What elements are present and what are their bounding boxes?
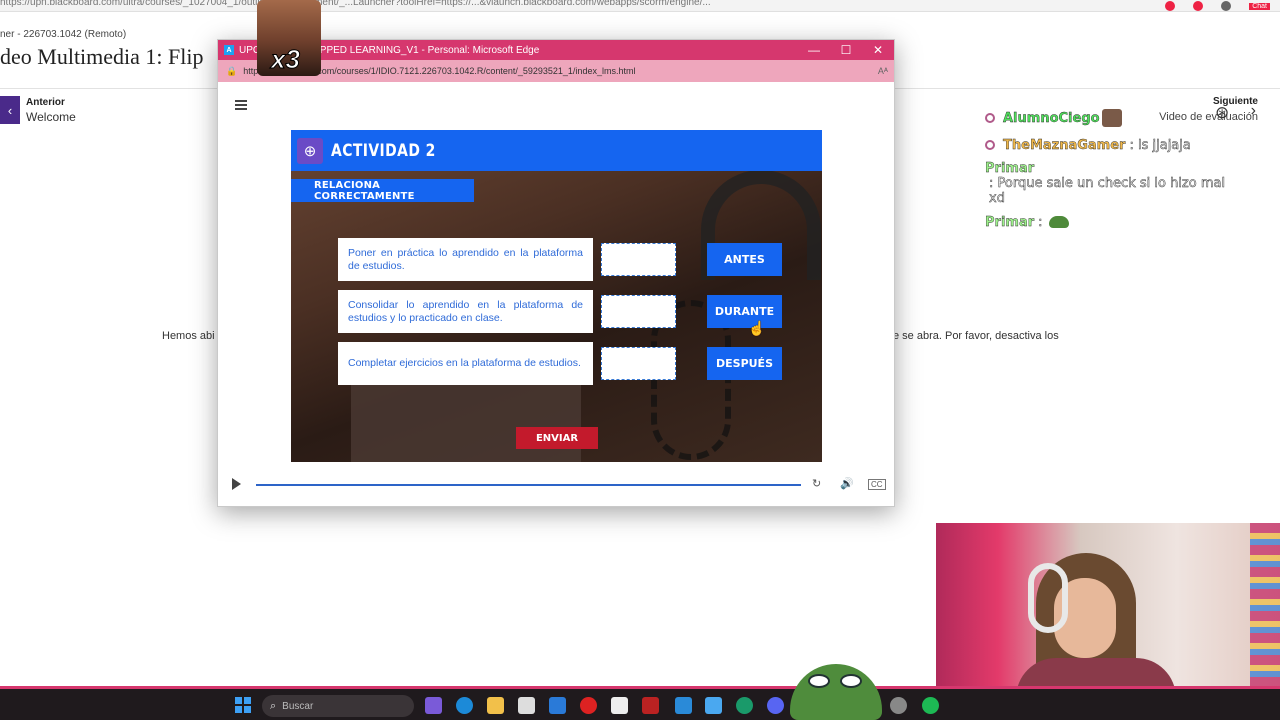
chat-message: Primar :: [985, 211, 1235, 233]
profile-icon[interactable]: [1221, 1, 1232, 11]
drop-zone-1[interactable]: [601, 243, 676, 276]
app-icon-red[interactable]: [642, 697, 659, 714]
notice-text-left: Hemos abi: [162, 330, 215, 342]
chat-text: : Porque sale un check si lo hizo mal xd: [989, 176, 1226, 207]
search-icon: ⌕: [270, 699, 277, 712]
play-icon[interactable]: [232, 478, 241, 490]
sub-badge-icon: [985, 113, 995, 123]
taskbar: ⌕ Buscar: [0, 686, 1280, 720]
store-icon[interactable]: [518, 697, 535, 714]
chevron-left-icon: ‹: [0, 96, 20, 124]
extension-icon[interactable]: [1165, 1, 1176, 11]
chat-message: AlumnoCiego: [985, 107, 1235, 129]
statement-2: Consolidar lo aprendido en la plataforma…: [338, 290, 593, 333]
chat-label[interactable]: Chat: [1249, 2, 1270, 10]
emote-counter: x3: [271, 44, 301, 75]
chat-text: : ls jjajaja: [1129, 137, 1191, 153]
discord-icon[interactable]: [767, 697, 784, 714]
progress-track[interactable]: [256, 484, 801, 486]
chat-username: AlumnoCiego: [1003, 110, 1100, 126]
activity-title: ACTIVIDAD 2: [331, 140, 436, 161]
volume-icon[interactable]: 🔊: [840, 477, 854, 490]
windows-start-icon[interactable]: [235, 697, 251, 713]
chevron-right-icon[interactable]: ›: [1251, 102, 1256, 120]
activity-header: ⊕ ACTIVIDAD 2: [291, 130, 822, 171]
globe-icon: ⊕: [297, 137, 323, 164]
sub-badge-icon: [985, 140, 995, 150]
edge-dev-icon[interactable]: [736, 697, 753, 714]
extension-icon[interactable]: [1193, 1, 1204, 11]
mail-icon[interactable]: [549, 697, 566, 714]
hamburger-menu-icon[interactable]: [235, 100, 247, 112]
replay-icon[interactable]: ↻: [812, 477, 821, 490]
statement-1: Poner en práctica lo aprendido en la pla…: [338, 238, 593, 281]
frog-emote-overlay: [790, 664, 882, 720]
edge-popup-window: A UPC_I TA1_FLIPPED LEARNING_V1 - Person…: [217, 39, 895, 507]
spotify-icon[interactable]: [922, 697, 939, 714]
teams-icon[interactable]: [675, 697, 692, 714]
headset-icon: [1028, 563, 1068, 633]
chat-text: :: [1038, 214, 1043, 230]
option-antes[interactable]: ANTES: [707, 243, 782, 276]
chat-message: TheMaznaGamer : ls jjajaja: [985, 134, 1235, 156]
maximize-button[interactable]: ☐: [830, 40, 862, 60]
course-code: ner - 226703.1042 (Remoto): [0, 29, 127, 40]
emote-overlay: x3: [257, 0, 321, 76]
drop-zone-3[interactable]: [601, 347, 676, 380]
settings-icon[interactable]: [890, 697, 907, 714]
page-title: deo Multimedia 1: Flip: [0, 44, 204, 69]
media-player-bar: ↻ 🔊 CC: [218, 474, 894, 496]
lock-icon: 🔒: [226, 65, 238, 76]
minimize-button[interactable]: —: [798, 40, 830, 60]
notepad-icon[interactable]: [611, 697, 628, 714]
file-explorer-icon[interactable]: [487, 697, 504, 714]
frog-emote-icon: [1048, 216, 1069, 228]
emote-icon: [1101, 109, 1122, 127]
activity-subtitle: RELACIONA CORRECTAMENTE: [291, 179, 474, 202]
background-browser-urlbar: https://upn.blackboard.com/ultra/courses…: [0, 0, 1280, 12]
edge-icon[interactable]: [456, 697, 473, 714]
browser-extension-icons: Chat: [1165, 0, 1270, 12]
previous-link[interactable]: ‹ Anterior Welcome: [0, 96, 76, 124]
background-url[interactable]: https://upn.blackboard.com/ultra/courses…: [0, 0, 1090, 8]
opera-icon[interactable]: [580, 697, 597, 714]
chat-username: TheMaznaGamer: [1003, 137, 1126, 153]
previous-value: Welcome: [26, 109, 76, 124]
chat-username: Primar: [985, 214, 1035, 230]
option-durante[interactable]: DURANTE: [707, 295, 782, 328]
close-button[interactable]: ✕: [862, 40, 894, 60]
stream-chat: AlumnoCiego TheMaznaGamer : ls jjajaja P…: [985, 107, 1235, 238]
chat-message: Primar : Porque sale un check si lo hizo…: [985, 161, 1235, 206]
drop-zone-2[interactable]: [601, 295, 676, 328]
previous-label: Anterior: [26, 96, 65, 108]
statement-3: Completar ejercicios en la plataforma de…: [338, 342, 593, 385]
activity-slide: ⊕ ACTIVIDAD 2 RELACIONA CORRECTAMENTE Po…: [291, 130, 822, 462]
hand-cursor-icon: ☝: [748, 320, 766, 336]
captions-icon[interactable]: CC: [868, 479, 886, 490]
laptop-photo: [351, 380, 581, 462]
search-placeholder: Buscar: [282, 700, 314, 712]
chat-username: Primar: [985, 161, 1035, 176]
reader-mode-icon[interactable]: Aᴬ: [878, 66, 888, 76]
submit-button[interactable]: ENVIAR: [516, 427, 598, 449]
app-icon: A: [224, 45, 234, 55]
copilot-icon[interactable]: [425, 697, 442, 714]
taskbar-search[interactable]: ⌕ Buscar: [262, 695, 414, 717]
next-label: Siguiente: [1212, 96, 1258, 107]
option-despues[interactable]: DESPUÉS: [707, 347, 782, 380]
notice-text-right: e se abra. Por favor, desactiva los: [893, 330, 1059, 342]
app-icon-blue[interactable]: [705, 697, 722, 714]
